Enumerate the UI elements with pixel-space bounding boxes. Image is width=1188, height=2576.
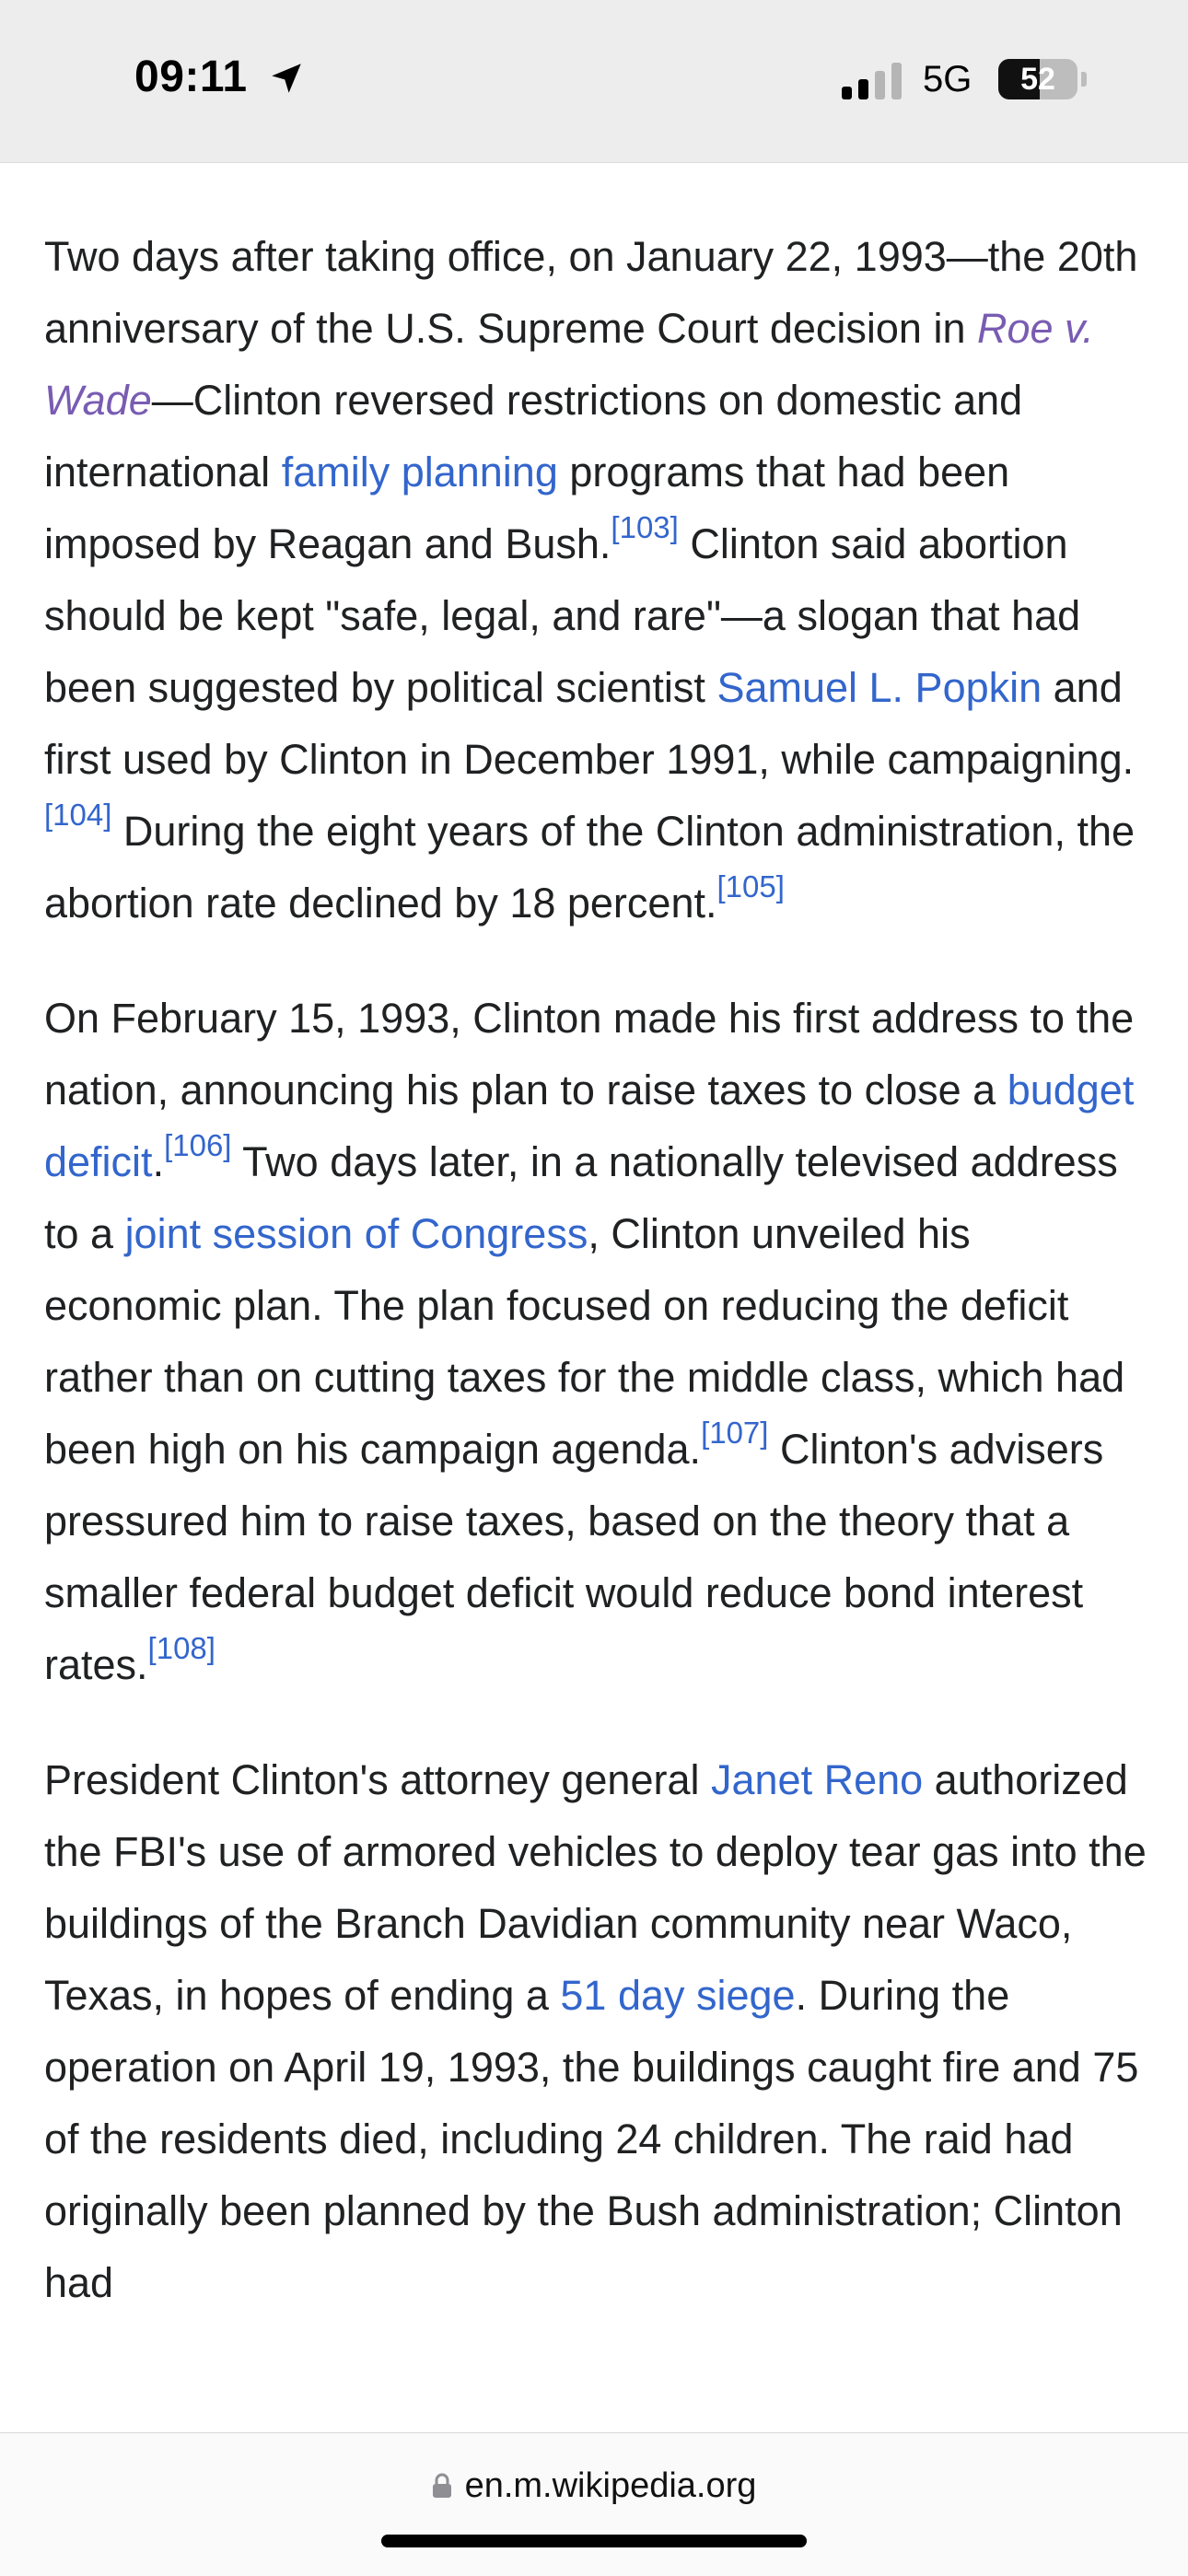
status-bar: 09:11 5G 52 [0,0,1188,163]
network-type: 5G [923,59,973,99]
address-bar[interactable]: en.m.wikipedia.org [0,2466,1188,2506]
reference-link[interactable]: [104] [44,798,111,832]
article-link[interactable]: Samuel L. Popkin [716,664,1042,711]
paragraph-text: On February 15, 1993, Clinton made his f… [44,995,1135,1113]
paragraph-text: Two days after taking office, on January… [44,233,1138,352]
status-time: 09:11 [134,52,248,101]
reference-link[interactable]: [107] [701,1416,768,1450]
paragraph-text: . [152,1138,165,1185]
article-paragraph: On February 15, 1993, Clinton made his f… [44,983,1149,1701]
reference-superscript: [106] [164,1128,231,1162]
reference-superscript: [105] [716,869,784,903]
article-paragraph: President Clinton's attorney general Jan… [44,1744,1149,2319]
reference-link[interactable]: [103] [611,510,678,544]
article-link[interactable]: joint session of Congress [125,1210,588,1257]
reference-link[interactable]: [105] [716,869,784,903]
paragraph-text: During the eight years of the Clinton ad… [44,808,1136,927]
paragraph-text: . During the operation on April 19, 1993… [44,1972,1139,2306]
reference-superscript: [107] [701,1416,768,1450]
lock-icon [432,2473,451,2498]
location-arrow-icon [272,64,301,93]
reference-superscript: [103] [611,510,678,544]
reference-link[interactable]: [106] [164,1128,231,1162]
reference-superscript: [104] [44,798,111,832]
article-link[interactable]: 51 day siege [560,1972,795,2019]
url-text[interactable]: en.m.wikipedia.org [465,2466,757,2505]
battery-level: 52 [1020,62,1055,97]
article-paragraph: Two days after taking office, on January… [44,221,1149,939]
article-link[interactable]: Janet Reno [711,1756,923,1803]
reference-superscript: [108] [148,1631,215,1665]
cellular-signal-icon [842,63,902,99]
paragraph-text: President Clinton's attorney general [44,1756,711,1803]
browser-bottom-bar: en.m.wikipedia.org [0,2432,1188,2576]
battery-icon: 52 [998,59,1087,99]
article-link[interactable]: family planning [282,449,558,495]
reference-link[interactable]: [108] [148,1631,215,1665]
article-body: Two days after taking office, on January… [44,221,1149,2362]
home-indicator[interactable] [381,2535,807,2547]
